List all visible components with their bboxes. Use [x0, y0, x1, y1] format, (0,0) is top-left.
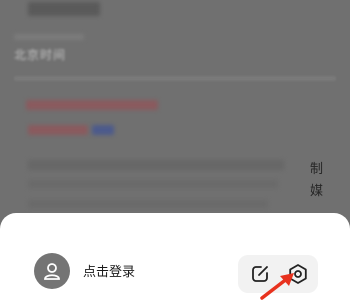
blurred-text-line	[28, 180, 278, 188]
background-label: 北京时间	[14, 48, 67, 62]
blurred-text-line	[28, 160, 284, 170]
blurred-red-link	[26, 100, 158, 110]
blurred-title-bar	[28, 2, 100, 16]
blurred-divider	[14, 76, 336, 81]
user-avatar-icon	[44, 263, 60, 280]
blurred-red-link	[28, 125, 88, 135]
blurred-text-line	[28, 200, 268, 208]
blurred-line	[14, 34, 84, 40]
avatar[interactable]	[34, 253, 70, 289]
annotation-arrow-icon	[260, 273, 294, 300]
side-text-char: 媒	[310, 184, 324, 199]
blurred-blue-link	[92, 125, 114, 135]
side-text-char: 制	[310, 162, 324, 177]
login-prompt[interactable]: 点击登录	[83, 261, 135, 280]
